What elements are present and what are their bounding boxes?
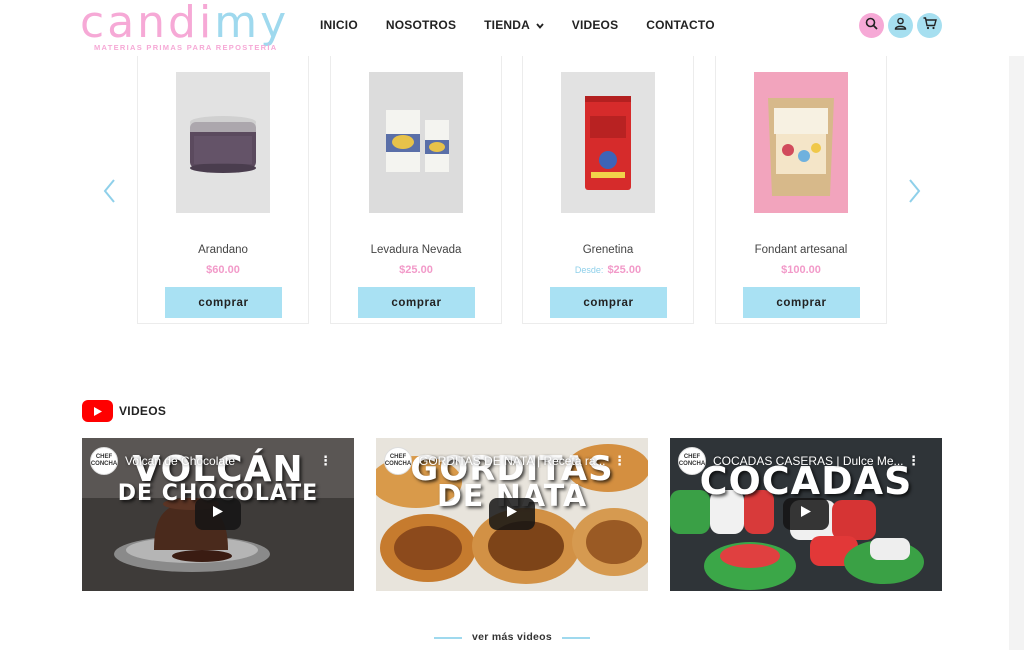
video-title[interactable]: Volcan de Chocolate: [125, 454, 325, 468]
candimy-logo[interactable]: candimy MATERIAS PRIMAS PARA REPOSTERÍA: [80, 0, 286, 54]
product-image-levadura[interactable]: [369, 72, 463, 213]
video-title[interactable]: COCADAS CASERAS | Dulce Me...: [713, 454, 913, 468]
nav-item-nosotros[interactable]: NOSOTROS: [386, 18, 456, 36]
product-card[interactable]: Fondant artesanal $100.00 comprar: [715, 56, 887, 324]
video-title[interactable]: GORDITAS DE NATA | Receta ra...: [419, 454, 619, 468]
buy-button[interactable]: comprar: [358, 287, 475, 318]
logo-wordmark: candimy: [80, 0, 289, 48]
product-price: Desde: $25.00: [523, 264, 693, 276]
chevron-down-icon: [533, 21, 544, 31]
buy-button[interactable]: comprar: [165, 287, 282, 318]
logo-text-pink: candi: [80, 0, 215, 48]
product-name[interactable]: Fondant artesanal: [716, 244, 886, 256]
product-price: $60.00: [138, 264, 308, 276]
videos-section-title: VIDEOS: [119, 404, 167, 418]
carousel-prev-button[interactable]: [100, 178, 120, 204]
channel-avatar[interactable]: CHEF CONCHA: [384, 447, 412, 475]
product-carousel: Arandano $60.00 comprar Levadura Nevada …: [137, 56, 887, 324]
logo-tagline: MATERIAS PRIMAS PARA REPOSTERÍA: [94, 43, 278, 52]
header-actions: [859, 13, 946, 38]
nav-item-tienda[interactable]: TIENDA: [484, 18, 544, 36]
site-header: candimy MATERIAS PRIMAS PARA REPOSTERÍA …: [0, 0, 1024, 56]
product-card[interactable]: Arandano $60.00 comprar: [137, 56, 309, 324]
play-icon: [212, 505, 224, 523]
product-name[interactable]: Arandano: [138, 244, 308, 256]
more-options-icon[interactable]: ⋮: [907, 453, 920, 469]
channel-avatar[interactable]: CHEF CONCHA: [678, 447, 706, 475]
more-options-icon[interactable]: ⋮: [319, 453, 332, 469]
play-button[interactable]: [195, 498, 241, 530]
product-card[interactable]: Grenetina Desde: $25.00 comprar: [522, 56, 694, 324]
product-image-fondant[interactable]: [754, 72, 848, 213]
nav-item-contacto[interactable]: CONTACTO: [646, 18, 715, 36]
video-embed[interactable]: GORDITAS DE NATA CHEF CONCHA GORDITAS DE…: [376, 438, 648, 591]
chevron-left-icon: [100, 179, 120, 208]
videos-section-header: VIDEOS: [82, 400, 166, 422]
nav-item-inicio[interactable]: INICIO: [320, 18, 358, 36]
price-prefix: Desde:: [574, 265, 604, 275]
nav-item-tienda-label: TIENDA: [484, 18, 531, 32]
logo-text-blue: my: [214, 0, 290, 48]
cart-icon: [923, 16, 937, 35]
search-icon: [865, 17, 878, 35]
cart-button[interactable]: [917, 13, 942, 38]
account-button[interactable]: [888, 13, 913, 38]
product-image-grenetina[interactable]: [561, 72, 655, 213]
product-price-value: $25.00: [607, 264, 642, 276]
buy-button[interactable]: comprar: [550, 287, 667, 318]
search-button[interactable]: [859, 13, 884, 38]
play-button[interactable]: [489, 498, 535, 530]
more-videos-link[interactable]: ver más videos: [434, 630, 590, 646]
buy-button[interactable]: comprar: [743, 287, 860, 318]
page-scrollbar[interactable]: [1009, 56, 1024, 650]
chevron-right-icon: [905, 179, 925, 208]
product-image-arandano[interactable]: [176, 72, 270, 213]
carousel-next-button[interactable]: [905, 178, 925, 204]
product-price: $100.00: [716, 264, 886, 276]
play-icon: [800, 505, 812, 523]
product-card[interactable]: Levadura Nevada $25.00 comprar: [330, 56, 502, 324]
user-icon: [894, 17, 907, 35]
divider-line: [562, 637, 590, 639]
main-nav: INICIO NOSOTROS TIENDA VIDEOS CONTACTO: [320, 18, 743, 36]
product-price-value: $25.00: [399, 264, 433, 276]
play-icon: [506, 505, 518, 523]
product-price: $25.00: [331, 264, 501, 276]
more-options-icon[interactable]: ⋮: [613, 453, 626, 469]
video-embed[interactable]: VOLCÁN DE CHOCOLATE CHEF CONCHA Volcan d…: [82, 438, 354, 591]
product-name[interactable]: Grenetina: [523, 244, 693, 256]
product-price-value: $60.00: [206, 264, 240, 276]
youtube-icon: [82, 400, 113, 422]
product-name[interactable]: Levadura Nevada: [331, 244, 501, 256]
video-embed[interactable]: COCADAS CHEF CONCHA COCADAS CASERAS | Du…: [670, 438, 942, 591]
play-button[interactable]: [783, 498, 829, 530]
product-price-value: $100.00: [781, 264, 821, 276]
channel-avatar[interactable]: CHEF CONCHA: [90, 447, 118, 475]
nav-item-videos[interactable]: VIDEOS: [572, 18, 619, 36]
